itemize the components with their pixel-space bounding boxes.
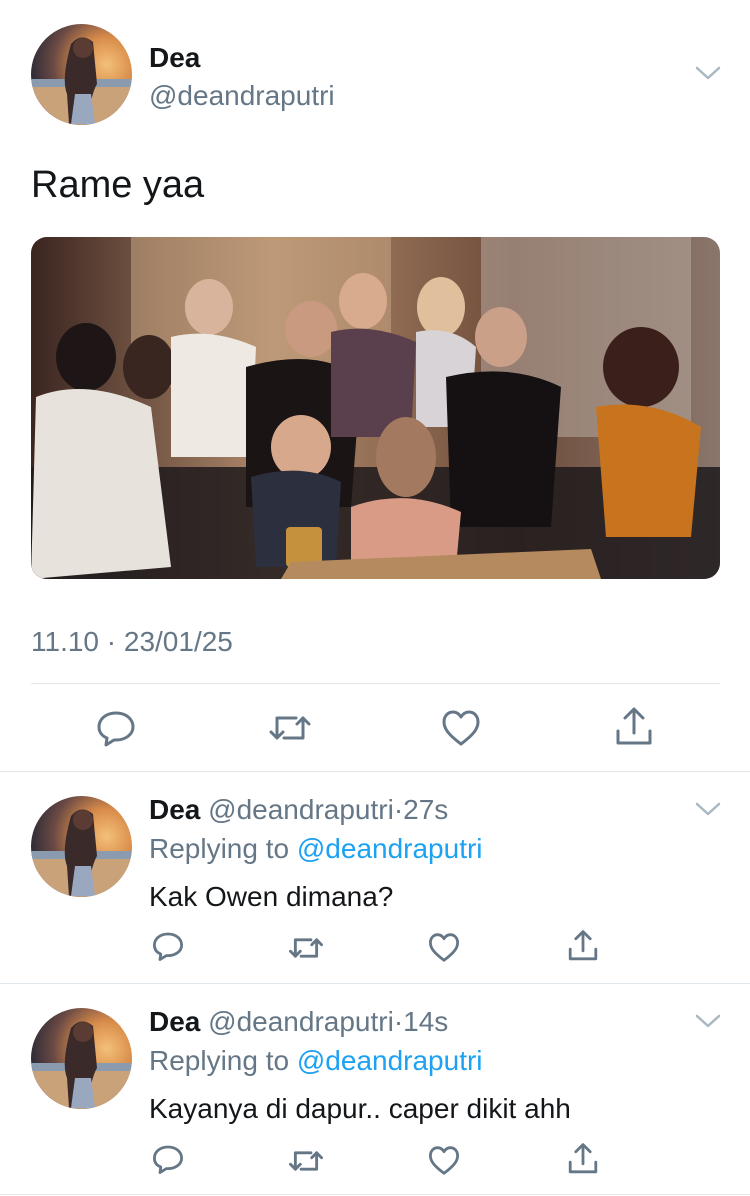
tweet-photo[interactable] — [31, 237, 720, 579]
divider — [0, 771, 750, 772]
divider — [0, 983, 750, 984]
reply-header: Dea @deandraputri·27s — [149, 794, 448, 826]
share-icon[interactable] — [567, 929, 599, 963]
author-handle[interactable]: @deandraputri — [208, 1006, 394, 1037]
avatar[interactable] — [31, 1008, 132, 1109]
reply-icon[interactable] — [152, 1143, 184, 1175]
replying-to-link[interactable]: @deandraputri — [297, 833, 483, 864]
author-name[interactable]: Dea — [149, 794, 200, 825]
replying-prefix: Replying to — [149, 833, 290, 864]
author-handle[interactable]: @deandraputri — [149, 80, 335, 112]
separator: · — [393, 794, 404, 825]
retweet-icon[interactable] — [288, 1146, 324, 1176]
author-handle[interactable]: @deandraputri — [208, 794, 394, 825]
replying-to: Replying to @deandraputri — [149, 833, 483, 865]
reply-time[interactable]: 27s — [403, 794, 448, 825]
replying-to-link[interactable]: @deandraputri — [297, 1045, 483, 1076]
reply-header: Dea @deandraputri·14s — [149, 1006, 448, 1038]
divider — [0, 1194, 750, 1195]
reply-time[interactable]: 14s — [403, 1006, 448, 1037]
divider — [31, 683, 720, 684]
tweet-text: Rame yaa — [31, 164, 205, 206]
reply-icon[interactable] — [96, 708, 136, 748]
chevron-down-icon[interactable] — [694, 64, 722, 82]
avatar[interactable] — [31, 24, 132, 125]
share-icon[interactable] — [614, 706, 654, 748]
replying-to: Replying to @deandraputri — [149, 1045, 483, 1077]
share-icon[interactable] — [567, 1142, 599, 1176]
like-icon[interactable] — [428, 1145, 460, 1176]
chevron-down-icon[interactable] — [694, 1012, 722, 1030]
avatar[interactable] — [31, 796, 132, 897]
author-name[interactable]: Dea — [149, 42, 200, 74]
like-icon[interactable] — [428, 932, 460, 963]
replying-prefix: Replying to — [149, 1045, 290, 1076]
separator: · — [393, 1006, 404, 1037]
reply-text: Kayanya di dapur.. caper dikit ahh — [149, 1093, 571, 1124]
chevron-down-icon[interactable] — [694, 800, 722, 818]
author-name[interactable]: Dea — [149, 1006, 200, 1037]
like-icon[interactable] — [441, 709, 481, 747]
retweet-icon[interactable] — [268, 710, 312, 746]
reply-icon[interactable] — [152, 930, 184, 962]
reply-text: Kak Owen dimana? — [149, 881, 394, 912]
retweet-icon[interactable] — [288, 933, 324, 963]
tweet-timestamp[interactable]: 11.10 · 23/01/25 — [31, 626, 233, 658]
